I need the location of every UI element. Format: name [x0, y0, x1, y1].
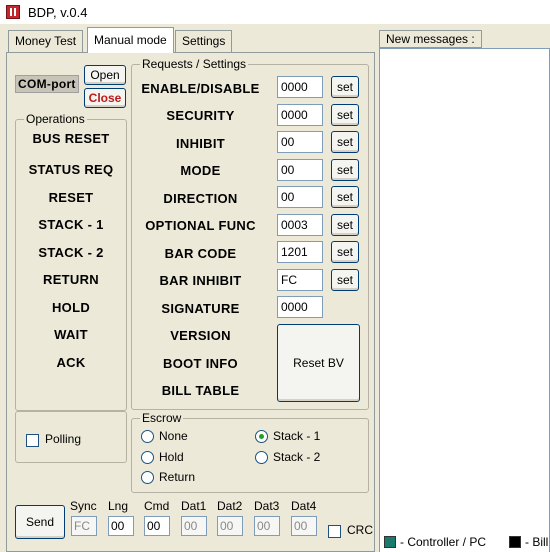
- escrow-none-label: None: [159, 429, 188, 443]
- requests-title: Requests / Settings: [140, 57, 249, 71]
- op-reset[interactable]: RESET: [15, 190, 127, 205]
- req-version[interactable]: VERSION: [137, 328, 264, 343]
- operations-title: Operations: [24, 112, 87, 126]
- set-enable-disable-button[interactable]: set: [331, 76, 359, 98]
- req-boot-info[interactable]: BOOT INFO: [137, 356, 264, 371]
- req-mode[interactable]: MODE: [137, 163, 264, 178]
- tab-settings[interactable]: Settings: [175, 30, 233, 52]
- escrow-stack-2-radio[interactable]: [255, 451, 268, 464]
- escrow-hold-label: Hold: [159, 450, 184, 464]
- dat3-label: Dat3: [254, 499, 280, 513]
- lng-label: Lng: [108, 499, 129, 513]
- req-signature[interactable]: SIGNATURE: [137, 301, 264, 316]
- legend-bill: - Bill: [509, 532, 548, 552]
- escrow-title: Escrow: [140, 411, 184, 425]
- req-bar-code[interactable]: BAR CODE: [137, 246, 264, 261]
- tab-money-test[interactable]: Money Test: [8, 30, 84, 52]
- op-bus-reset[interactable]: BUS RESET: [15, 131, 127, 146]
- open-button[interactable]: Open: [84, 65, 126, 85]
- tab-manual-mode[interactable]: Manual mode: [87, 27, 174, 53]
- op-return[interactable]: RETURN: [15, 272, 127, 287]
- legend-controller-label: - Controller / PC: [400, 535, 487, 549]
- set-optional-func-button[interactable]: set: [331, 214, 359, 236]
- req-security[interactable]: SECURITY: [137, 108, 264, 123]
- send-button[interactable]: Send: [15, 505, 65, 539]
- controller-color-swatch: [384, 536, 396, 548]
- enable-disable-field[interactable]: 0000: [277, 76, 323, 98]
- polling-label: Polling: [45, 432, 82, 446]
- req-direction[interactable]: DIRECTION: [137, 191, 264, 206]
- title-bar: BDP, v.0.4: [0, 0, 550, 24]
- op-stack-1[interactable]: STACK - 1: [15, 217, 127, 232]
- crc-label: CRC: [347, 523, 373, 537]
- op-ack[interactable]: ACK: [15, 355, 127, 370]
- escrow-stack-2-label: Stack - 2: [273, 450, 321, 464]
- req-bar-inhibit[interactable]: BAR INHIBIT: [137, 273, 264, 288]
- close-button[interactable]: Close: [84, 88, 126, 108]
- dat3-field[interactable]: 00: [254, 516, 280, 536]
- op-hold[interactable]: HOLD: [15, 300, 127, 315]
- com-port-label: COM-port: [15, 75, 79, 93]
- dat1-label: Dat1: [181, 499, 207, 513]
- bar-inhibit-field[interactable]: FC: [277, 269, 323, 291]
- req-inhibit[interactable]: INHIBIT: [137, 136, 264, 151]
- escrow-hold-radio[interactable]: [141, 451, 154, 464]
- dat2-field[interactable]: 00: [217, 516, 243, 536]
- cmd-label: Cmd: [144, 499, 170, 513]
- inhibit-field[interactable]: 00: [277, 131, 323, 153]
- window-title: BDP, v.0.4: [28, 4, 88, 20]
- lng-field[interactable]: 00: [108, 516, 134, 536]
- set-security-button[interactable]: set: [331, 104, 359, 126]
- escrow-return-label: Return: [159, 470, 196, 484]
- op-wait[interactable]: WAIT: [15, 327, 127, 342]
- legend-controller: - Controller / PC: [384, 532, 486, 552]
- signature-field[interactable]: 0000: [277, 296, 323, 318]
- direction-field[interactable]: 00: [277, 186, 323, 208]
- set-inhibit-button[interactable]: set: [331, 131, 359, 153]
- messages-header: New messages :: [379, 30, 482, 48]
- security-field[interactable]: 0000: [277, 104, 323, 126]
- req-bill-table[interactable]: BILL TABLE: [137, 383, 264, 398]
- reset-bv-button[interactable]: Reset BV: [277, 324, 360, 402]
- messages-panel: New messages :: [379, 30, 550, 552]
- req-optional-func[interactable]: OPTIONAL FUNC: [137, 218, 264, 233]
- polling-checkbox[interactable]: [26, 434, 39, 447]
- dat4-field[interactable]: 00: [291, 516, 317, 536]
- manual-mode-panel: COM-port Open Close Operations BUS RESET…: [6, 52, 375, 552]
- sync-label: Sync: [70, 499, 97, 513]
- dat1-field[interactable]: 00: [181, 516, 207, 536]
- set-bar-code-button[interactable]: set: [331, 241, 359, 263]
- bar-code-field[interactable]: 1201: [277, 241, 323, 263]
- mode-field[interactable]: 00: [277, 159, 323, 181]
- dat4-label: Dat4: [291, 499, 317, 513]
- cmd-field[interactable]: 00: [144, 516, 170, 536]
- escrow-stack-1-radio[interactable]: [255, 430, 268, 443]
- crc-checkbox[interactable]: [328, 525, 341, 538]
- set-direction-button[interactable]: set: [331, 186, 359, 208]
- dat2-label: Dat2: [217, 499, 243, 513]
- app-icon: [6, 5, 20, 19]
- set-bar-inhibit-button[interactable]: set: [331, 269, 359, 291]
- sync-field[interactable]: FC: [71, 516, 97, 536]
- req-enable-disable[interactable]: ENABLE/DISABLE: [137, 81, 264, 96]
- set-mode-button[interactable]: set: [331, 159, 359, 181]
- escrow-return-radio[interactable]: [141, 471, 154, 484]
- optional-func-field[interactable]: 0003: [277, 214, 323, 236]
- legend-bill-label: - Bill: [525, 535, 549, 549]
- op-stack-2[interactable]: STACK - 2: [15, 245, 127, 260]
- messages-area[interactable]: [379, 48, 550, 552]
- op-status-req[interactable]: STATUS REQ: [15, 162, 127, 177]
- bill-color-swatch: [509, 536, 521, 548]
- escrow-none-radio[interactable]: [141, 430, 154, 443]
- escrow-stack-1-label: Stack - 1: [273, 429, 321, 443]
